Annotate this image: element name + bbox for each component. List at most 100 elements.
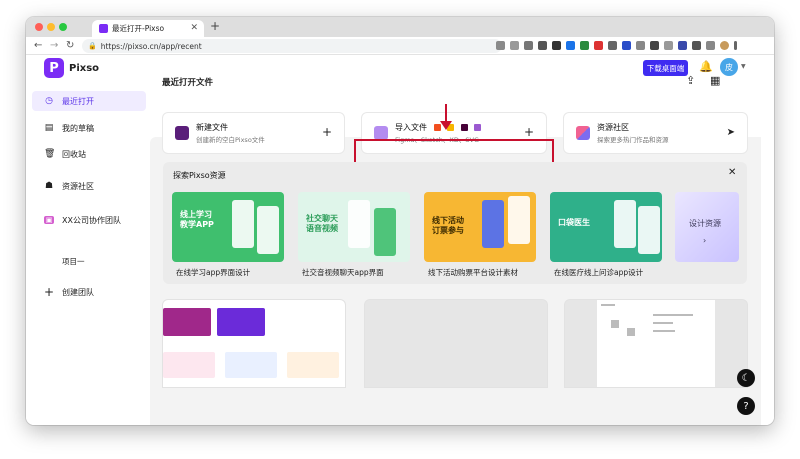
sidebar-item-team[interactable]: ▣ XX公司协作团队 [32, 210, 146, 230]
doc-line [653, 322, 673, 324]
extension-3-icon[interactable] [580, 41, 589, 50]
phone-mockup [508, 196, 530, 244]
plus-icon[interactable]: + [322, 125, 332, 139]
bell-icon[interactable]: 🔔 [699, 60, 713, 73]
extension-10-icon[interactable] [678, 41, 687, 50]
community-icon: ☗ [44, 181, 54, 191]
sidebar-item-trash[interactable]: 🗑 回收站 [32, 144, 146, 164]
share-extension-icon[interactable] [524, 41, 533, 50]
minimize-window-button[interactable] [47, 23, 55, 31]
phone-mockup [374, 208, 396, 256]
close-icon[interactable]: ✕ [728, 167, 736, 178]
phone-mockup [257, 206, 279, 254]
extension-6-icon[interactable] [622, 41, 631, 50]
help-icon[interactable]: ? [737, 397, 755, 415]
close-window-button[interactable] [35, 23, 43, 31]
thumb-text: 口袋医生 [558, 218, 590, 227]
recent-file-card-3[interactable] [565, 300, 747, 387]
download-desktop-button[interactable]: 下载桌面端 [643, 60, 688, 76]
star-icon[interactable] [538, 41, 547, 50]
annotation-arrow [445, 104, 447, 122]
extension-5-icon[interactable] [608, 41, 617, 50]
browser-tabbar: 最近打开-Pixso ✕ + [26, 17, 774, 37]
lock-icon: 🔒 [88, 42, 97, 50]
doc-line [601, 304, 615, 306]
thumb-text: 社交聊天 语音视频 [306, 214, 338, 233]
screenshot-extension-icon[interactable] [496, 41, 505, 50]
sidebar-item-recent[interactable]: ◷ 最近打开 [32, 91, 146, 111]
card-title-text: 导入文件 [395, 123, 427, 132]
chevron-down-icon[interactable]: ▼ [741, 63, 746, 70]
zoom-extension-icon[interactable] [510, 41, 519, 50]
resource-label[interactable]: 在线医疗线上问诊app设计 [554, 267, 643, 278]
resource-label[interactable]: 线下活动购票平台设计素材 [428, 267, 518, 278]
browser-tab[interactable]: 最近打开-Pixso ✕ [92, 20, 204, 37]
resource-thumb-medical[interactable]: 口袋医生 [550, 192, 662, 262]
annotation-arrow-head [440, 121, 452, 130]
sidebar-item-create-team[interactable]: + 创建团队 [32, 282, 146, 302]
extension-4-icon[interactable] [594, 41, 603, 50]
profile-icon[interactable] [720, 41, 729, 50]
extension-9-icon[interactable] [664, 41, 673, 50]
sidebar-item-label: XX公司协作团队 [62, 215, 121, 225]
sidebar-item-label: 创建团队 [62, 287, 94, 297]
pixso-favicon-icon [99, 24, 108, 33]
file-preview [597, 300, 715, 387]
extension-2-icon[interactable] [566, 41, 575, 50]
design-resources-label: 设计资源 [689, 219, 721, 228]
url-text: https://pixso.cn/app/recent [100, 41, 202, 51]
sidebar-item-label: 回收站 [62, 149, 86, 159]
send-arrow-icon[interactable]: ➤ [727, 127, 735, 138]
maximize-window-button[interactable] [59, 23, 67, 31]
extensions-bar [496, 41, 737, 50]
reload-icon[interactable]: ↻ [66, 40, 74, 51]
recent-file-card-1[interactable] [163, 300, 345, 387]
new-tab-icon[interactable]: + [210, 19, 220, 33]
doc-line [653, 330, 675, 332]
thumb-text: 线下活动 订票参与 [432, 216, 464, 235]
doc-line [653, 314, 693, 316]
new-file-card[interactable]: 新建文件 创建新的空白Pixso文件 + [163, 113, 344, 153]
extension-7-icon[interactable] [636, 41, 645, 50]
resource-thumb-learning[interactable]: 线上学习 教学APP [172, 192, 284, 262]
design-resources-card[interactable]: 设计资源 › [675, 192, 739, 262]
trash-icon: 🗑 [44, 149, 56, 159]
card-title: 导入文件 [395, 122, 482, 133]
chevron-right-icon: › [703, 236, 707, 245]
resource-label[interactable]: 社交音视频聊天app界面 [302, 267, 384, 278]
sidebar-item-community[interactable]: ☗ 资源社区 [32, 176, 146, 196]
back-icon[interactable]: ← [34, 40, 42, 51]
address-bar[interactable]: 🔒 https://pixso.cn/app/recent [82, 39, 502, 53]
resource-label[interactable]: 在线学习app界面设计 [176, 267, 250, 278]
resource-thumb-social[interactable]: 社交聊天 语音视频 [298, 192, 410, 262]
page-title: 最近打开文件 [162, 78, 214, 88]
menu-kebab-icon[interactable] [734, 41, 737, 50]
pixso-logo-icon[interactable]: P [44, 58, 64, 78]
resource-thumb-events[interactable]: 线下活动 订票参与 [424, 192, 536, 262]
recent-file-card-2[interactable] [365, 300, 547, 387]
dark-mode-icon[interactable]: ☾ [737, 369, 755, 387]
extension-1-icon[interactable] [552, 41, 561, 50]
import-file-icon[interactable]: ⇪ [686, 74, 695, 87]
import-icon [374, 126, 388, 140]
file-preview [163, 352, 215, 378]
close-tab-icon[interactable]: ✕ [190, 23, 198, 33]
grid-view-icon[interactable]: ▦ [710, 74, 720, 87]
forward-icon[interactable]: → [50, 40, 58, 51]
file-preview [217, 308, 265, 336]
community-icon [576, 126, 590, 140]
extension-11-icon[interactable] [692, 41, 701, 50]
tab-title: 最近打开-Pixso [112, 24, 165, 33]
avatar[interactable]: 皮 [720, 58, 738, 76]
phone-mockup [482, 200, 504, 248]
plus-icon[interactable]: + [524, 125, 534, 139]
puzzle-extensions-icon[interactable] [706, 41, 715, 50]
sidebar-item-drafts[interactable]: ▤ 我的草稿 [32, 118, 146, 138]
community-card[interactable]: 资源社区 探索更多热门作品和资源 ➤ [564, 113, 747, 153]
sidebar-item-project[interactable]: 项目一 [62, 256, 85, 267]
sidebar-item-label: 资源社区 [62, 181, 94, 191]
card-subtitle: 探索更多热门作品和资源 [597, 136, 669, 144]
phone-mockup [232, 200, 254, 248]
browser-toolbar: ← → ↻ 🔒 https://pixso.cn/app/recent [26, 37, 774, 55]
extension-8-icon[interactable] [650, 41, 659, 50]
